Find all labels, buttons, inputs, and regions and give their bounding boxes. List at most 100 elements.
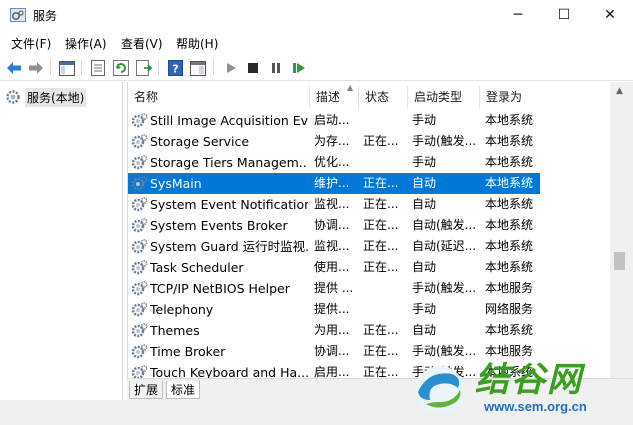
service-description: 为存... [314,134,350,148]
console-tree-icon[interactable] [58,59,76,77]
service-status: 正在... [363,176,399,190]
service-gear-icon [131,239,148,254]
column-header-startup-type[interactable]: 启动类型 [408,86,480,108]
title-bar: 服务 ─ ☐ ✕ [0,0,633,30]
service-name: System Guard 运行时监视... [150,239,308,254]
tree-item-label: 服务(本地) [25,87,87,107]
service-description: 协调... [314,344,350,358]
service-gear-icon [131,323,148,338]
service-name: Time Broker [150,344,226,359]
window-title: 服务 [33,9,58,23]
service-description: 监视... [314,197,350,211]
service-startup-type: 自动 [412,323,437,337]
console-tree-pane: 服务(本地) [0,82,123,425]
column-header-status[interactable]: 状态 [359,86,408,108]
service-startup-type: 手动 [412,155,437,169]
service-name: Storage Tiers Managem... [150,155,308,170]
table-row[interactable]: Themes 为用... 正在... 自动 本地系统 [128,320,540,341]
service-startup-type: 手动(触发... [412,134,477,148]
scroll-up-icon[interactable]: ▲ [616,86,623,96]
tree-item-services-local[interactable]: 服务(本地) [5,87,87,107]
properties-icon[interactable] [89,59,107,77]
table-row[interactable]: Task Scheduler 使用... 正在... 自动 本地系统 [128,257,540,278]
forward-arrow-icon[interactable] [27,59,45,77]
service-gear-icon [131,155,148,170]
service-logon-as: 本地服务 [485,281,534,295]
service-gear-icon [131,365,148,378]
service-name: System Event Notification... [150,197,308,212]
tab-extended[interactable]: 扩展 [129,381,164,399]
table-row[interactable]: System Guard 运行时监视... 监视... 正在... 自动(延迟... 本… [128,236,540,257]
back-arrow-icon[interactable] [5,59,23,77]
service-status: 正在... [363,218,399,232]
service-startup-type: 自动(触发... [412,218,477,232]
table-row[interactable]: SysMain 维护... 正在... 自动 本地系统 [128,173,540,194]
close-button[interactable]: ✕ [587,0,633,30]
table-row[interactable]: Storage Tiers Managem... 优化... 手动 本地系统 [128,152,540,173]
table-row[interactable]: Telephony 提供... 手动 网络服务 [128,299,540,320]
menu-view[interactable]: 查看(V) [121,35,163,52]
toolbar: ? [0,54,633,81]
table-row[interactable]: Still Image Acquisition Ev... 启动... 手动 本地系统 [128,110,540,131]
service-description: 启动... [314,113,350,127]
service-name: Telephony [150,302,214,317]
service-status: 正在... [363,134,399,148]
tab-standard[interactable]: 标准 [166,381,201,399]
services-gear-icon [6,90,20,104]
service-startup-type: 自动 [412,197,437,211]
stop-service-icon[interactable] [244,59,262,77]
vertical-scrollbar[interactable]: ▲ [610,82,633,378]
service-status: 正在... [363,260,399,274]
pause-service-icon[interactable] [267,59,285,77]
services-list-pane: 名称 描述 状态 启动类型 登录为 ▲ Still Image Acquisit… [127,82,633,378]
menu-help[interactable]: 帮助(H) [176,35,218,52]
menu-action[interactable]: 操作(A) [65,35,107,52]
column-header-row: 名称 描述 状态 启动类型 登录为 ▲ [128,83,540,108]
service-name: TCP/IP NetBIOS Helper [150,281,290,296]
service-startup-type: 手动 [412,302,437,316]
service-logon-as: 本地系统 [485,113,534,127]
menu-file[interactable]: 文件(F) [11,35,51,52]
minimize-button[interactable]: ─ [495,0,541,30]
table-row[interactable]: System Event Notification... 监视... 正在... 自动… [128,194,540,215]
column-header-logon-as[interactable]: 登录为 [480,86,540,108]
service-startup-type: 自动 [412,260,437,274]
service-gear-icon [131,218,148,233]
service-status [363,110,409,131]
sort-ascending-icon: ▲ [347,83,354,92]
start-service-icon[interactable] [222,59,240,77]
service-startup-type: 手动(触发... [412,281,477,295]
service-gear-icon [131,344,148,359]
table-row[interactable]: Storage Service 为存... 正在... 手动(触发... 本地系统 [128,131,540,152]
service-logon-as: 本地系统 [485,218,534,232]
service-status: 正在... [363,323,399,337]
service-description: 为用... [314,323,350,337]
service-gear-icon [131,176,148,191]
scrollbar-thumb[interactable] [614,252,625,270]
service-gear-icon [131,302,148,317]
service-description: 提供 ... [314,281,354,295]
service-name: System Events Broker [150,218,288,233]
service-startup-type: 手动 [412,113,437,127]
table-row[interactable]: System Events Broker 协调... 正在... 自动(触发... 本地… [128,215,540,236]
service-logon-as: 本地系统 [485,239,534,253]
service-description: 启用... [314,365,350,378]
help-icon[interactable]: ? [166,59,184,77]
svg-text:?: ? [172,63,178,76]
service-name: Themes [150,323,200,338]
service-logon-as: 本地系统 [485,155,534,169]
menu-bar: 文件(F) 操作(A) 查看(V) 帮助(H) [0,30,633,54]
export-list-icon[interactable] [135,59,153,77]
show-hide-pane-icon[interactable] [189,59,207,77]
service-logon-as: 本地系统 [485,260,534,274]
service-logon-as: 本地系统 [485,197,534,211]
table-row[interactable]: TCP/IP NetBIOS Helper 提供 ... 手动(触发... 本地服务 [128,278,540,299]
restart-service-icon[interactable] [290,59,308,77]
refresh-icon[interactable] [112,59,130,77]
service-name: Still Image Acquisition Ev... [150,113,308,128]
column-header-name[interactable]: 名称 [128,86,310,108]
service-description: 维护... [314,176,350,190]
maximize-button[interactable]: ☐ [541,0,587,30]
service-gear-icon [131,197,148,212]
service-gear-icon [131,113,148,128]
